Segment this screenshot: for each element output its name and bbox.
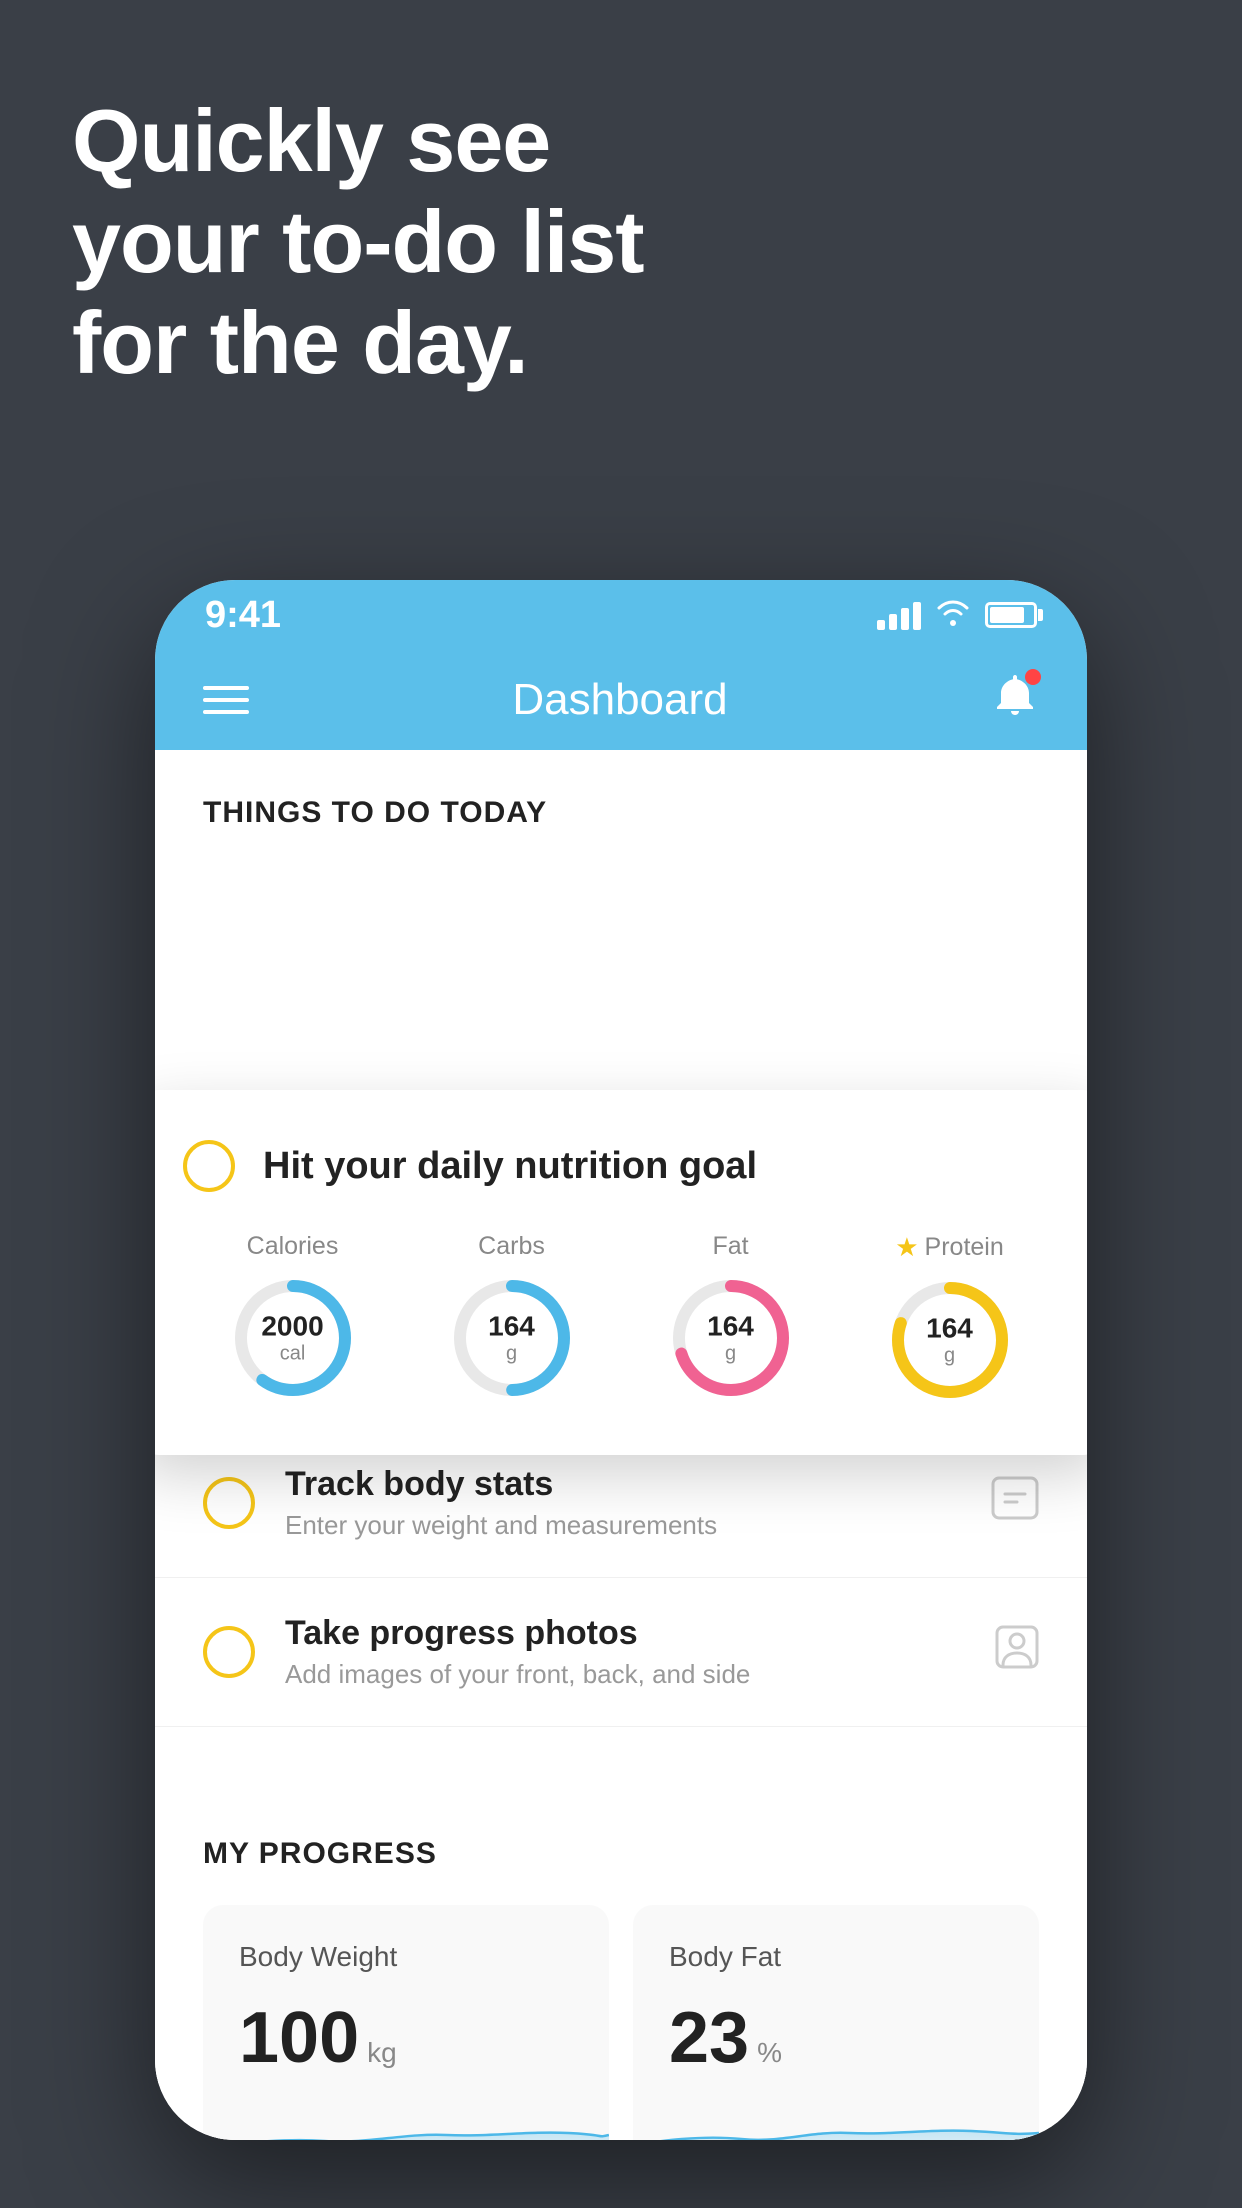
carbs-donut: 164 g: [447, 1273, 577, 1403]
body-weight-label: Body Weight: [239, 1941, 573, 1973]
calories-donut: 2000 cal: [228, 1273, 358, 1403]
todo-item-photos[interactable]: Take progress photos Add images of your …: [155, 1578, 1087, 1727]
body-fat-number: 23: [669, 1997, 749, 2079]
notification-bell-icon[interactable]: [991, 671, 1039, 730]
body-fat-label: Body Fat: [669, 1941, 1003, 1973]
signal-icon: [877, 600, 921, 630]
body-stats-subtitle: Enter your weight and measurements: [285, 1510, 961, 1541]
calories-value: 2000: [261, 1311, 323, 1343]
hamburger-menu[interactable]: [203, 686, 249, 714]
nutrition-checkbox[interactable]: [183, 1140, 235, 1192]
status-time: 9:41: [205, 594, 281, 637]
body-fat-card[interactable]: Body Fat 23 %: [633, 1905, 1039, 2140]
section-header: THINGS TO DO TODAY: [155, 750, 1087, 850]
wifi-icon: [935, 598, 971, 633]
person-icon: [995, 1625, 1039, 1679]
status-bar: 9:41: [155, 580, 1087, 650]
fat-label: Fat: [712, 1232, 748, 1261]
notification-dot: [1025, 669, 1041, 685]
protein-donut: 164 g: [885, 1275, 1015, 1405]
phone-mockup: 9:41: [155, 580, 1087, 2140]
photos-subtitle: Add images of your front, back, and side: [285, 1659, 965, 1690]
carbs-item: Carbs 164 g: [447, 1232, 577, 1403]
scale-icon: [991, 1476, 1039, 1530]
body-fat-value-group: 23 %: [669, 1997, 1003, 2079]
body-weight-chart: [203, 2103, 609, 2140]
body-weight-card[interactable]: Body Weight 100 kg: [203, 1905, 609, 2140]
body-stats-checkbox[interactable]: [203, 1477, 255, 1529]
nav-title: Dashboard: [512, 675, 727, 725]
body-stats-title: Track body stats: [285, 1465, 961, 1504]
photos-checkbox[interactable]: [203, 1626, 255, 1678]
progress-cards: Body Weight 100 kg: [203, 1905, 1039, 2140]
headline: Quickly see your to-do list for the day.: [72, 90, 644, 394]
body-weight-number: 100: [239, 1997, 359, 2079]
battery-icon: [985, 602, 1037, 628]
progress-header: MY PROGRESS: [203, 1837, 1039, 1871]
progress-section: MY PROGRESS Body Weight 100 kg: [155, 1787, 1087, 2140]
nutrition-card-title: Hit your daily nutrition goal: [263, 1145, 757, 1188]
body-fat-unit: %: [757, 2037, 782, 2069]
body-weight-value-group: 100 kg: [239, 1997, 573, 2079]
nav-bar: Dashboard: [155, 650, 1087, 750]
protein-item: ★ Protein 164 g: [885, 1232, 1015, 1405]
carbs-value: 164: [488, 1311, 535, 1343]
photos-title: Take progress photos: [285, 1614, 965, 1653]
nutrition-circles: Calories 2000 cal: [183, 1232, 1059, 1405]
body-fat-chart: [633, 2103, 1039, 2140]
calories-label: Calories: [247, 1232, 339, 1261]
fat-donut: 164 g: [666, 1273, 796, 1403]
calories-item: Calories 2000 cal: [228, 1232, 358, 1403]
fat-item: Fat 164 g: [666, 1232, 796, 1403]
body-stats-text: Track body stats Enter your weight and m…: [285, 1465, 961, 1541]
protein-label: ★ Protein: [895, 1232, 1004, 1263]
body-weight-unit: kg: [367, 2037, 397, 2069]
photos-text: Take progress photos Add images of your …: [285, 1614, 965, 1690]
star-icon: ★: [895, 1232, 918, 1263]
carbs-label: Carbs: [478, 1232, 545, 1261]
nutrition-card: Hit your daily nutrition goal Calories: [155, 1090, 1087, 1455]
fat-value: 164: [707, 1311, 754, 1343]
status-icons: [877, 598, 1037, 633]
protein-value: 164: [926, 1313, 973, 1345]
